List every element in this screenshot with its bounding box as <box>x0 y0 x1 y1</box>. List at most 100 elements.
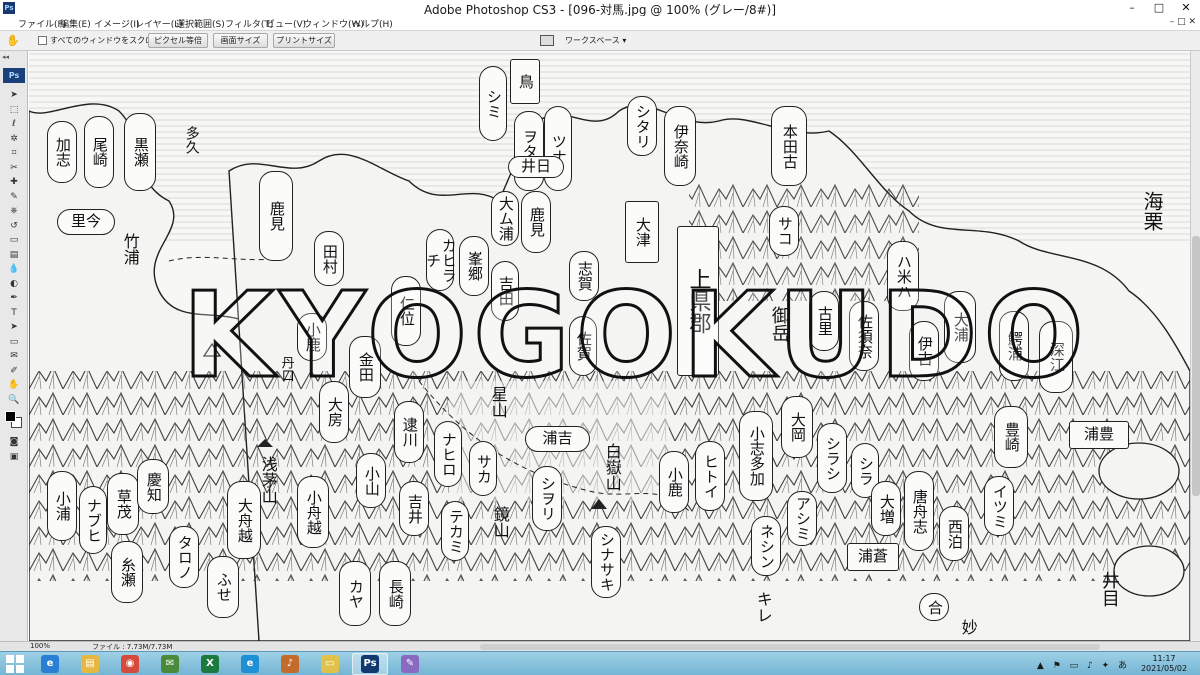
taskbar-app-speaker[interactable]: ♪ <box>272 653 308 675</box>
crop-icon[interactable]: ⌗ <box>6 147 22 159</box>
taskbar-app-ie[interactable]: e <box>32 653 68 675</box>
scroll-all-windows-checkbox[interactable] <box>38 36 47 45</box>
excel-icon: X <box>201 655 219 673</box>
edge-icon: e <box>241 655 259 673</box>
quick-mask-icon[interactable]: ◙ <box>6 436 22 448</box>
taskbar-app-folder[interactable]: ▭ <box>312 653 348 675</box>
zoom-icon[interactable]: 🔍 <box>6 394 22 406</box>
map-label: 小舟越 <box>297 476 329 548</box>
photoshop-logo[interactable]: Ps <box>3 68 25 83</box>
horizontal-scrollbar[interactable] <box>480 644 1100 650</box>
map-label: 大ム浦 <box>491 191 519 246</box>
map-label: 唐舟志 <box>904 471 934 551</box>
healing-icon[interactable]: ✚ <box>6 176 22 188</box>
fit-screen-button[interactable]: 画面サイズ <box>213 33 268 48</box>
stamp-icon[interactable]: ⎈ <box>6 205 22 217</box>
ie-icon: e <box>41 655 59 673</box>
workspace-icon[interactable] <box>540 35 554 46</box>
map-label: 鹿見 <box>521 191 551 253</box>
menu-select[interactable]: 選択範囲(S) <box>176 17 225 30</box>
map-label: 西泊 <box>939 506 969 561</box>
gradient-icon[interactable]: ▤ <box>6 249 22 261</box>
taskbar-app-photoshop[interactable]: Ps <box>352 653 388 675</box>
map-label: ふせ <box>207 556 239 618</box>
workspace-menu[interactable]: ワークスペース ▾ <box>565 35 626 46</box>
dodge-icon[interactable]: ◐ <box>6 278 22 290</box>
map-label: 鳥 <box>510 59 540 104</box>
lasso-icon[interactable]: ℓ <box>6 118 22 130</box>
pen-icon[interactable]: ✒ <box>6 292 22 304</box>
system-tray-icons[interactable]: ▲ ⚑ ▭ ♪ ✦ あ <box>1037 658 1130 671</box>
vertical-scrollbar[interactable] <box>1190 51 1200 641</box>
island-southeast <box>1113 545 1185 597</box>
map-label: 小鹿 <box>659 451 689 513</box>
map-label: ナブヒ <box>79 486 107 554</box>
map-text: 妙 <box>958 619 978 635</box>
magic-wand-icon[interactable]: ✲ <box>6 133 22 145</box>
map-label: 浦蒼 <box>847 543 899 571</box>
taskbar-app-paint[interactable]: ✎ <box>392 653 428 675</box>
map-text: 鏡山 <box>490 506 510 538</box>
taskbar-app-explorer[interactable]: ▤ <box>72 653 108 675</box>
panel-grip[interactable]: ◂◂ <box>2 53 26 63</box>
map-text: 竹浦 <box>120 233 140 265</box>
eyedropper-icon[interactable]: ✐ <box>6 365 22 377</box>
shape-icon[interactable]: ▭ <box>6 336 22 348</box>
notes-icon[interactable]: ✉ <box>6 350 22 362</box>
foreground-color-swatch[interactable] <box>5 411 16 422</box>
document-canvas[interactable]: シミ 鳥 ヲタシ ツナ 井日 大ム浦 鹿見 峯郷 吉田 加志 尾崎 黒瀬 里今 … <box>29 51 1190 641</box>
taskbar-app-excel[interactable]: X <box>192 653 228 675</box>
taskbar-app-edge[interactable]: e <box>232 653 268 675</box>
actual-pixels-button[interactable]: ピクセル等倍 <box>148 33 208 48</box>
document-window-controls[interactable]: – □ ✕ <box>1170 17 1196 27</box>
slice-icon[interactable]: ✂ <box>6 162 22 174</box>
menu-file[interactable]: ファイル(F) <box>18 17 66 30</box>
map-label: 浦豊 <box>1069 421 1129 449</box>
history-brush-icon[interactable]: ↺ <box>6 220 22 232</box>
map-label: 小志多加 <box>739 411 773 501</box>
taskbar-app-chrome[interactable]: ◉ <box>112 653 148 675</box>
map-label: 逮川 <box>394 401 424 463</box>
map-label: 里今 <box>57 209 115 235</box>
blur-icon[interactable]: 💧 <box>6 263 22 275</box>
print-size-button[interactable]: プリントサイズ <box>273 33 335 48</box>
menu-edit[interactable]: 編集(E) <box>60 17 91 30</box>
map-label: テカミ <box>441 501 469 561</box>
brush-icon[interactable]: ✎ <box>6 191 22 203</box>
title-bar: Ps Adobe Photoshop CS3 - [096-対馬.jpg @ 1… <box>0 0 1200 17</box>
menu-help[interactable]: ヘルプ(H) <box>352 17 393 30</box>
map-label: シミ <box>479 66 507 141</box>
eraser-icon[interactable]: ▭ <box>6 234 22 246</box>
menu-image[interactable]: イメージ(I) <box>94 17 140 30</box>
screen-mode-icon[interactable]: ▣ <box>6 451 22 463</box>
map-text: キレ <box>753 591 773 623</box>
move-icon[interactable]: ➤ <box>6 89 22 101</box>
map-label: 鹿見 <box>259 171 293 261</box>
map-label: 吉井 <box>399 481 429 536</box>
taskbar-app-mail[interactable]: ✉ <box>152 653 188 675</box>
map-label: 小浦 <box>47 471 77 541</box>
hand-icon[interactable]: ✋ <box>6 379 22 391</box>
map-label: 加志 <box>47 121 77 183</box>
maximize-button[interactable]: □ <box>1145 0 1173 16</box>
map-label: ネシン <box>751 516 781 576</box>
close-button[interactable]: ✕ <box>1172 0 1200 16</box>
minimize-button[interactable]: – <box>1118 0 1146 16</box>
path-select-icon[interactable]: ➤ <box>6 321 22 333</box>
menu-view[interactable]: ビュー(V) <box>266 17 306 30</box>
paint-icon: ✎ <box>401 655 419 673</box>
zoom-level[interactable]: 100% <box>30 642 50 650</box>
marquee-icon[interactable]: ⬚ <box>6 104 22 116</box>
map-label: ヲタシ <box>514 111 544 191</box>
map-text: 浅茅山 <box>258 456 278 504</box>
type-icon[interactable]: T <box>6 307 22 319</box>
start-button[interactable] <box>6 655 24 673</box>
clock[interactable]: 11:17 2021/05/02 <box>1134 654 1194 674</box>
map-text: 多久 <box>183 126 200 154</box>
vertical-scroll-thumb[interactable] <box>1192 236 1200 496</box>
map-label: カヤ <box>339 561 371 626</box>
folder-icon: ▭ <box>321 655 339 673</box>
map-label: 豊崎 <box>994 406 1028 468</box>
hand-icon[interactable]: ✋ <box>6 34 22 48</box>
map-label: 慶知 <box>137 459 169 514</box>
